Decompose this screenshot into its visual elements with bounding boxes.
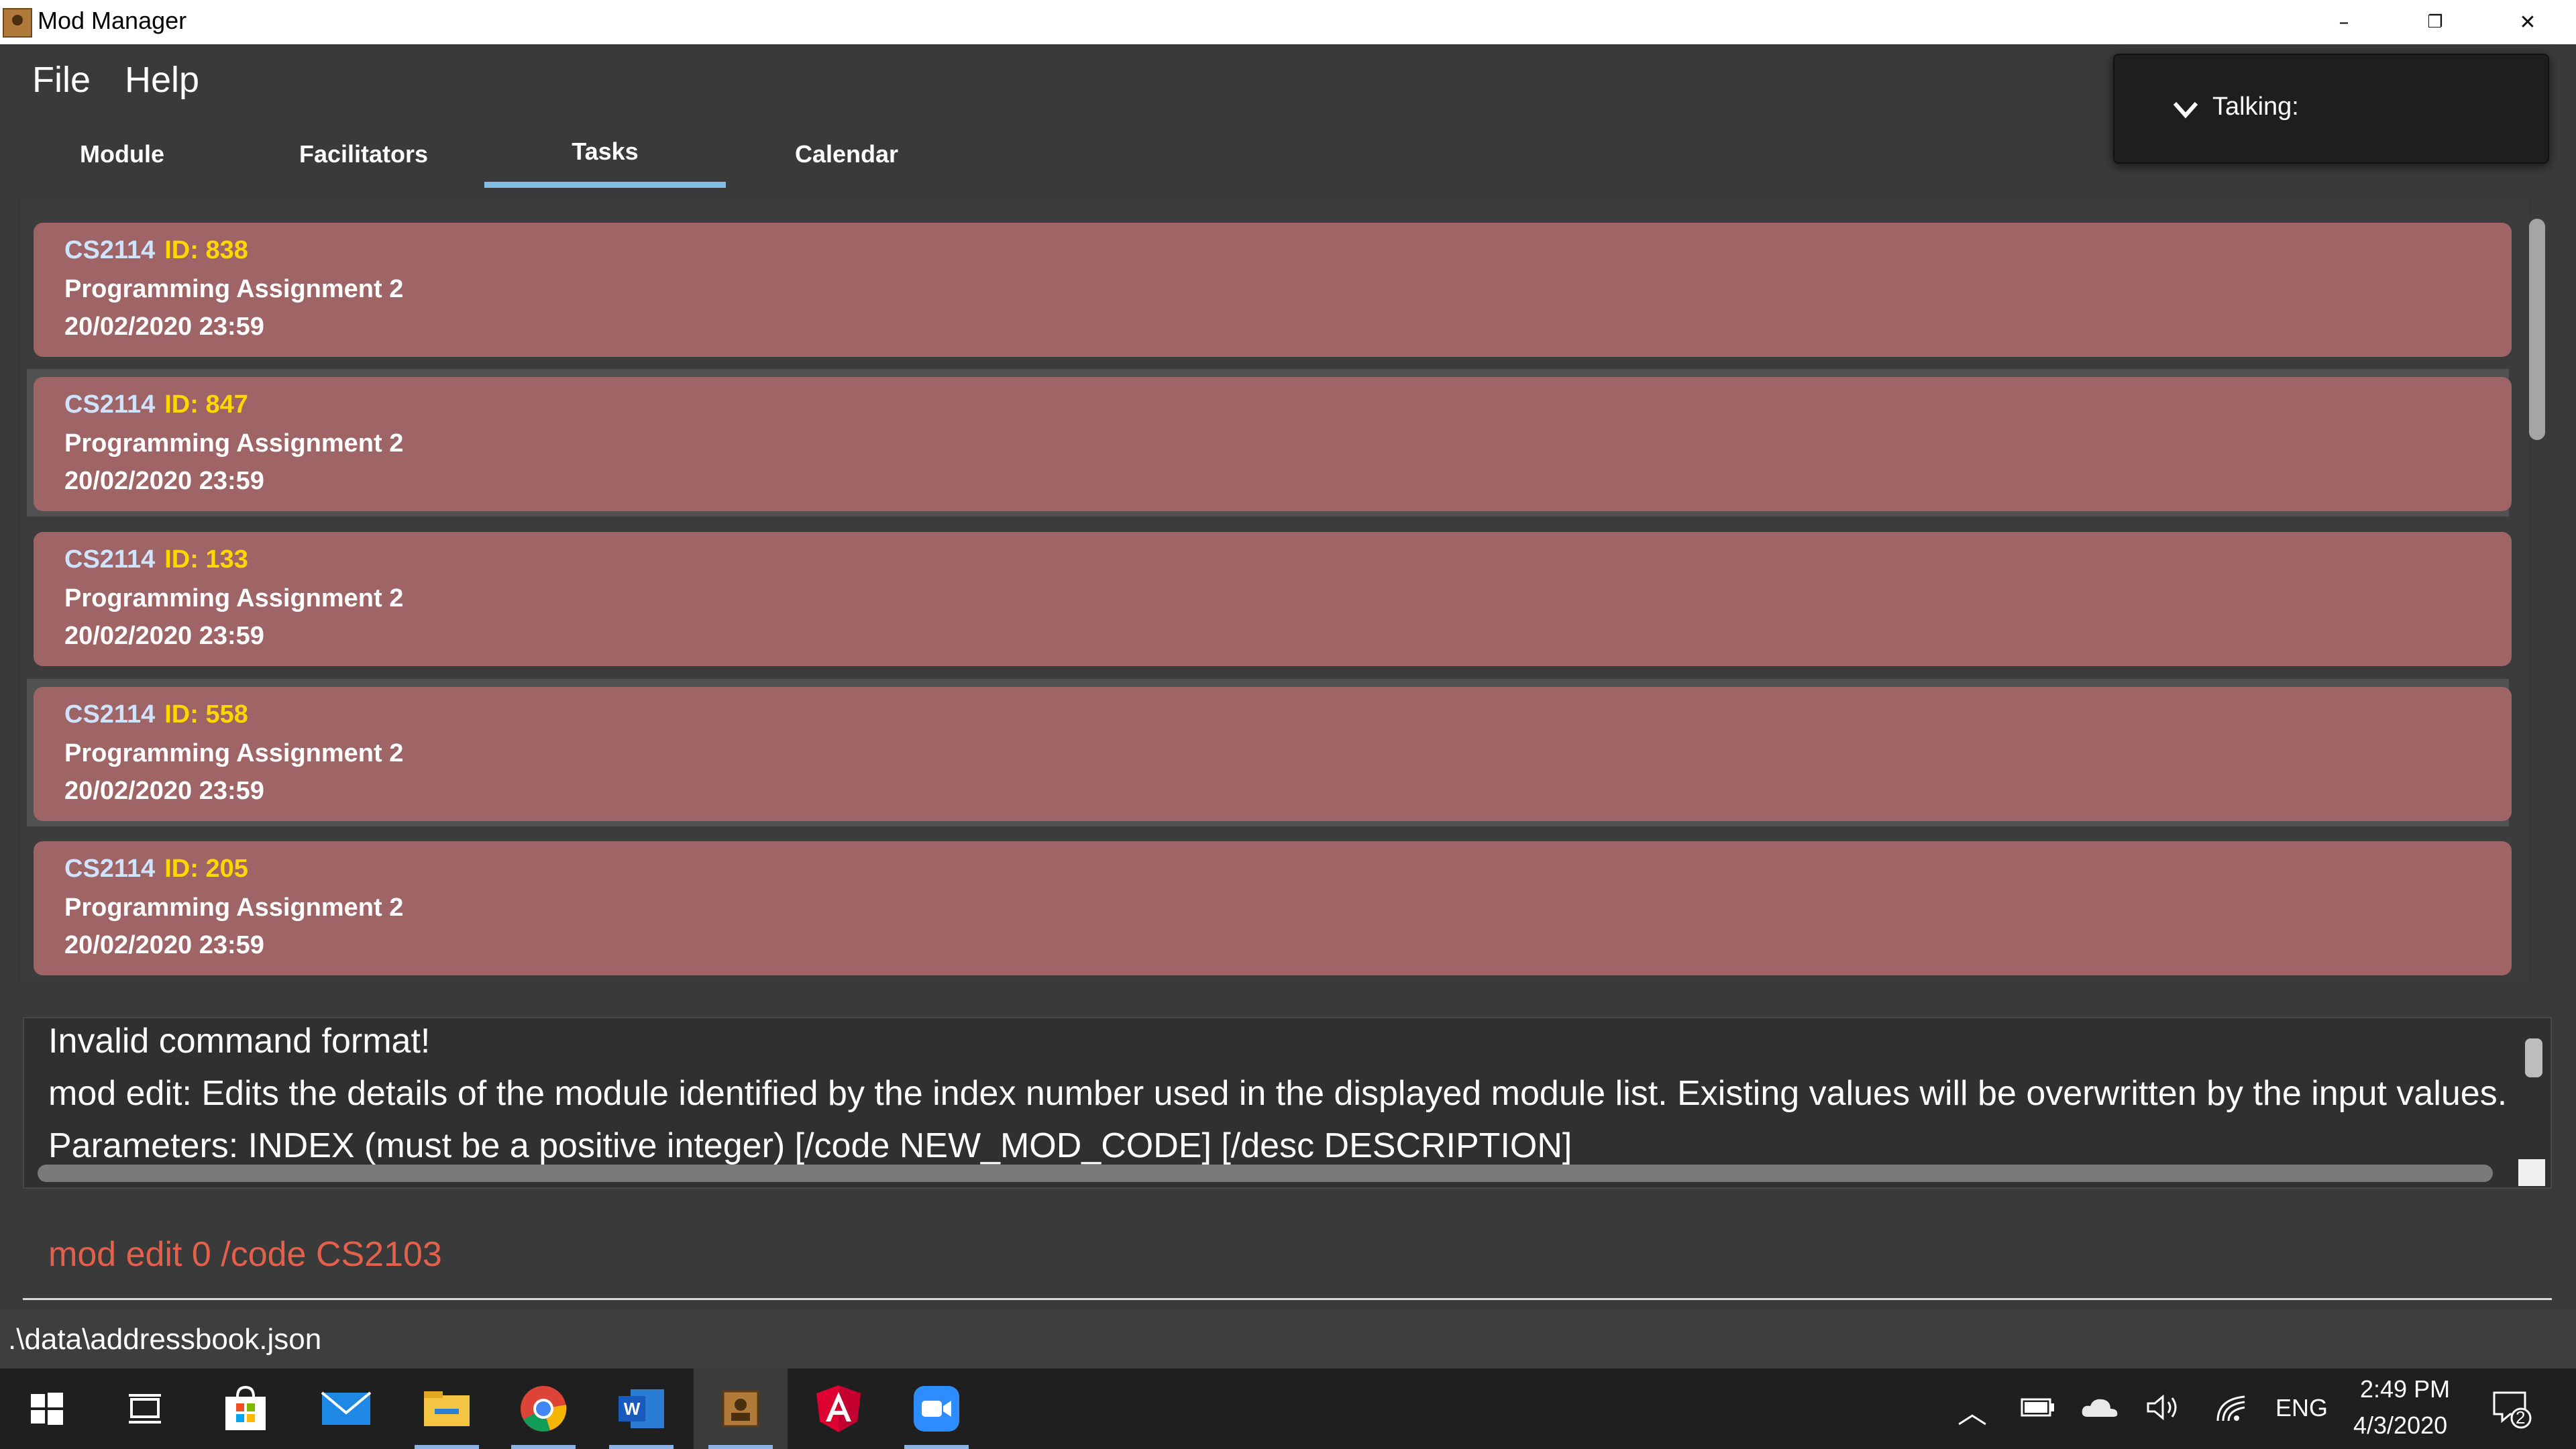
task-card[interactable]: CS2114 ID: 205 Programming Assignment 2 2… — [34, 841, 2512, 975]
notification-icon[interactable] — [2490, 1387, 2533, 1434]
wifi-icon[interactable] — [2214, 1393, 2250, 1427]
command-input[interactable]: mod edit 0 /code CS2103 — [48, 1234, 442, 1275]
app-icon — [3, 8, 32, 38]
task-title: Programming Assignment 2 — [64, 584, 404, 612]
chevron-up-icon[interactable]: ︿ — [1957, 1389, 1987, 1432]
tab-tasks[interactable]: Tasks — [484, 121, 726, 188]
tab-module[interactable]: Module — [1, 121, 243, 188]
task-card[interactable]: CS2114 ID: 133 Programming Assignment 2 2… — [34, 532, 2512, 666]
close-button[interactable]: ✕ — [2481, 0, 2575, 44]
scroll-corner — [2518, 1159, 2545, 1186]
task-due: 20/02/2020 23:59 — [64, 931, 264, 959]
restore-button[interactable]: ❐ — [2388, 0, 2482, 44]
task-view-icon[interactable] — [98, 1368, 192, 1449]
task-due: 20/02/2020 23:59 — [64, 313, 264, 341]
task-card[interactable]: CS2114 ID: 838 Programming Assignment 2 2… — [34, 223, 2512, 357]
module-code: CS2114 — [64, 700, 156, 729]
save-location: .\data\addressbook.json — [8, 1323, 322, 1356]
chrome-icon[interactable] — [496, 1368, 590, 1449]
result-line: Parameters: INDEX (must be a positive in… — [48, 1126, 1572, 1165]
module-code: CS2114 — [64, 390, 156, 419]
task-card[interactable]: CS2114 ID: 558 Programming Assignment 2 2… — [34, 687, 2512, 821]
clock-date[interactable]: 4/3/2020 — [2353, 1411, 2447, 1440]
task-title: Programming Assignment 2 — [64, 429, 404, 458]
title-bar: Mod Manager – ❐ ✕ — [0, 0, 2576, 44]
command-box[interactable]: mod edit 0 /code CS2103 — [23, 1208, 2552, 1300]
svg-text:W: W — [624, 1399, 641, 1419]
tab-calendar[interactable]: Calendar — [726, 121, 967, 188]
mod-manager-taskbar-icon[interactable] — [694, 1368, 788, 1449]
list-item[interactable]: CS2114 ID: 133 Programming Assignment 2 2… — [27, 524, 2512, 672]
task-id: ID: 205 — [164, 855, 248, 883]
module-code: CS2114 — [64, 855, 156, 883]
result-horizontal-scrollbar[interactable] — [38, 1165, 2493, 1182]
clock-time[interactable]: 2:49 PM — [2360, 1375, 2450, 1403]
talking-popup[interactable]: Talking: — [2113, 54, 2549, 164]
result-vertical-scrollbar[interactable] — [2525, 1038, 2542, 1077]
menu-help[interactable]: Help — [125, 59, 199, 101]
task-due: 20/02/2020 23:59 — [64, 622, 264, 650]
store-icon[interactable] — [199, 1368, 292, 1449]
list-item[interactable]: CS2114 ID: 847 Programming Assignment 2 2… — [27, 369, 2512, 517]
list-item[interactable]: CS2114 ID: 838 Programming Assignment 2 2… — [27, 215, 2512, 362]
task-title: Programming Assignment 2 — [64, 894, 404, 922]
result-display[interactable]: Invalid command format! mod edit: Edits … — [23, 1017, 2552, 1189]
file-explorer-icon[interactable] — [400, 1368, 494, 1449]
battery-icon[interactable] — [2019, 1394, 2057, 1424]
result-line: mod edit: Edits the details of the modul… — [48, 1074, 2508, 1113]
minimize-button[interactable]: – — [2297, 0, 2391, 44]
talking-label: Talking: — [2212, 93, 2299, 121]
task-title: Programming Assignment 2 — [64, 739, 404, 767]
task-id: ID: 847 — [164, 390, 248, 419]
status-bar: .\data\addressbook.json — [0, 1309, 2576, 1368]
task-id: ID: 133 — [164, 545, 248, 574]
tab-facilitators[interactable]: Facilitators — [243, 121, 484, 188]
language-indicator[interactable]: ENG — [2275, 1394, 2328, 1422]
mail-icon[interactable] — [299, 1368, 393, 1449]
task-id: ID: 558 — [164, 700, 248, 729]
volume-icon[interactable] — [2145, 1393, 2182, 1426]
taskbar: W ︿ ENG 2:49 PM 4/3/2020 2 — [0, 1368, 2576, 1449]
list-item[interactable]: CS2114 ID: 205 Programming Assignment 2 2… — [27, 833, 2512, 981]
task-id: ID: 838 — [164, 236, 248, 264]
task-due: 20/02/2020 23:59 — [64, 467, 264, 495]
onedrive-icon[interactable] — [2080, 1395, 2120, 1423]
window-title: Mod Manager — [38, 7, 187, 34]
word-icon[interactable]: W — [594, 1368, 688, 1449]
zoom-icon[interactable] — [890, 1368, 983, 1449]
notification-count: 2 — [2516, 1407, 2526, 1428]
list-item[interactable]: CS2114 ID: 558 Programming Assignment 2 2… — [27, 679, 2512, 826]
task-list-scrollbar[interactable] — [2529, 219, 2545, 440]
angular-icon[interactable] — [792, 1368, 885, 1449]
menu-file[interactable]: File — [32, 59, 91, 101]
task-title: Programming Assignment 2 — [64, 275, 404, 303]
task-due: 20/02/2020 23:59 — [64, 777, 264, 805]
task-card[interactable]: CS2114 ID: 847 Programming Assignment 2 2… — [34, 377, 2512, 511]
chevron-down-icon[interactable] — [2172, 95, 2199, 122]
result-line: Invalid command format! — [48, 1022, 431, 1061]
windows-start-icon[interactable] — [0, 1368, 94, 1449]
module-code: CS2114 — [64, 236, 156, 264]
task-list[interactable]: CS2114 ID: 838 Programming Assignment 2 2… — [20, 200, 2529, 982]
module-code: CS2114 — [64, 545, 156, 574]
